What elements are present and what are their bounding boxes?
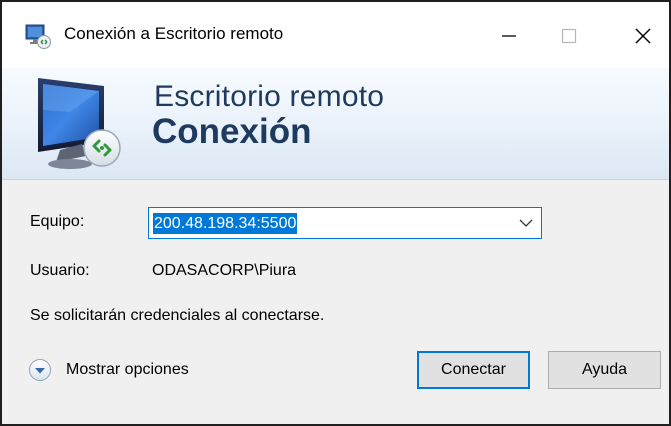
window-title: Conexión a Escritorio remoto <box>64 24 284 43</box>
help-button[interactable]: Ayuda <box>548 351 661 389</box>
rdp-dialog-window: Conexión a Escritorio remoto Escritorio … <box>0 0 671 426</box>
remote-desktop-app-icon <box>25 24 51 49</box>
connect-button[interactable]: Conectar <box>417 351 530 389</box>
minimize-button[interactable] <box>479 6 539 66</box>
expand-options-icon[interactable] <box>28 358 52 382</box>
user-label: Usuario: <box>30 262 90 279</box>
banner-subtitle: Escritorio remoto <box>154 80 385 113</box>
header-banner: Escritorio remoto Conexión <box>2 68 669 180</box>
chevron-down-icon[interactable] <box>519 217 533 229</box>
computer-combobox[interactable]: 200.48.198.34:5500 <box>148 207 542 239</box>
close-icon <box>635 28 651 44</box>
show-options-label[interactable]: Mostrar opciones <box>66 361 189 379</box>
credentials-note: Se solicitarán credenciales al conectars… <box>30 307 325 324</box>
minimize-icon <box>502 35 516 37</box>
remote-desktop-monitor-icon <box>38 78 121 169</box>
banner-title: Conexión <box>152 112 312 151</box>
show-options-toggle[interactable]: Mostrar opciones <box>28 357 189 383</box>
computer-input-value[interactable]: 200.48.198.34:5500 <box>153 213 298 234</box>
user-value: ODASACORP\Piura <box>152 262 297 279</box>
maximize-button[interactable] <box>539 6 599 66</box>
maximize-icon <box>561 28 577 44</box>
close-button[interactable] <box>613 6 671 66</box>
computer-label: Equipo: <box>30 213 85 230</box>
title-bar[interactable]: Conexión a Escritorio remoto <box>2 2 669 68</box>
